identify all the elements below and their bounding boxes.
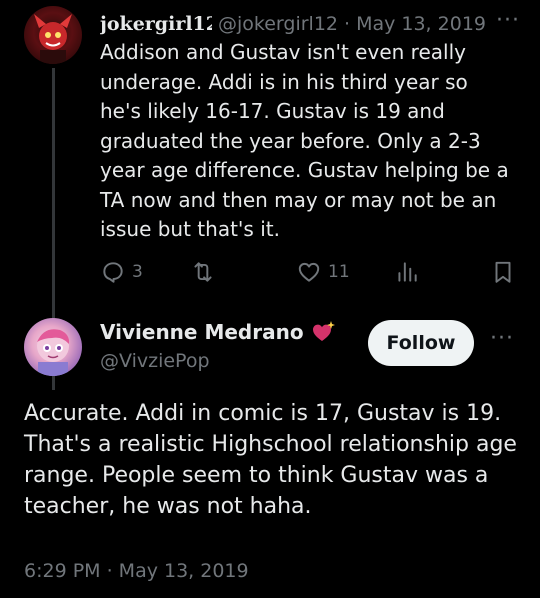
avatar-art-icon	[34, 14, 72, 64]
like-icon	[298, 262, 320, 282]
reply-header: jokergirl12 @jokergirl12 · May 13, 2019 …	[100, 8, 520, 40]
reply-date[interactable]: May 13, 2019	[356, 13, 486, 35]
reply-author-avatar[interactable]	[24, 6, 82, 64]
main-author-handle[interactable]: @VivziePop	[100, 350, 210, 372]
main-tweet-text: Accurate. Addi in comic is 17, Gustav is…	[24, 401, 517, 519]
avatar-art-icon	[37, 329, 70, 376]
reply-action[interactable]: 3	[100, 258, 143, 286]
tweet-timestamp[interactable]: 6:29 PM · May 13, 2019	[24, 560, 249, 582]
retweet-action[interactable]	[190, 258, 222, 286]
bookmark-action[interactable]	[490, 258, 516, 286]
like-count: 11	[328, 262, 350, 282]
main-author-avatar[interactable]	[24, 318, 82, 376]
like-action[interactable]: 11	[296, 258, 350, 286]
retweet-icon	[194, 262, 212, 282]
header-separator: ·	[344, 13, 351, 35]
views-action[interactable]	[394, 258, 420, 286]
bookmark-icon	[495, 261, 511, 283]
follow-button[interactable]: Follow	[368, 320, 474, 366]
main-more-button[interactable]: ···	[490, 326, 514, 351]
main-author-name[interactable]: Vivienne Medrano	[100, 320, 304, 344]
reply-icon	[103, 262, 123, 283]
main-author-name-row[interactable]: Vivienne Medrano	[100, 320, 336, 344]
reply-count: 3	[132, 262, 143, 282]
reply-author-handle[interactable]: @jokergirl12	[218, 13, 338, 35]
views-icon	[398, 262, 417, 282]
sparkling-heart-icon	[312, 321, 335, 341]
reply-body-text: Addison and Gustav isn't even really und…	[100, 40, 509, 241]
reply-author-name[interactable]: jokergirl12	[100, 13, 212, 35]
reply-more-button[interactable]: ···	[496, 8, 520, 33]
